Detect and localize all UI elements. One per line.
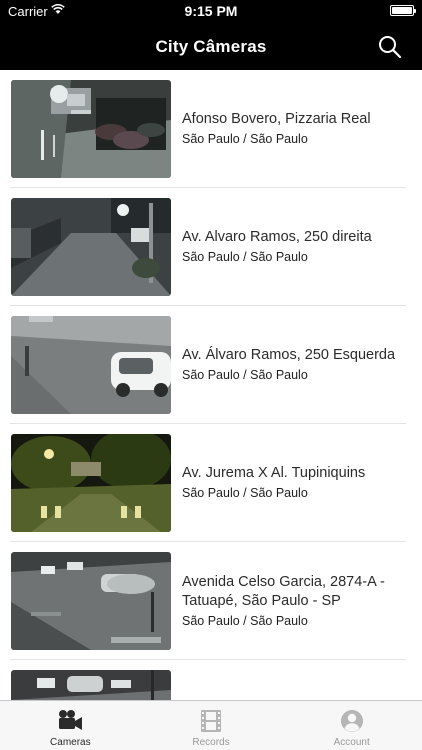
tab-bar: Cameras Records Account [0, 700, 422, 750]
camera-title: Av. Álvaro Ramos, 250 Esquerda [182, 347, 396, 363]
tab-account[interactable]: Account [281, 701, 422, 750]
camera-row[interactable]: Afonso Bovero, Pizzaria Real São Paulo /… [0, 70, 422, 188]
camera-title: Avenida Celso Garcia, 2874-A - Tatuapé, … [182, 573, 385, 609]
camera-title: Av. Alvaro Ramos, 250 direita [182, 229, 372, 245]
film-icon [201, 710, 221, 732]
camera-row[interactable]: Av. Álvaro Ramos, 250 Esquerda São Paulo… [0, 306, 422, 424]
camera-thumbnail [11, 670, 171, 700]
person-icon [340, 710, 363, 732]
camera-thumbnail [11, 434, 171, 532]
tab-label: Account [333, 737, 370, 748]
camera-title: Av. Jurema X Al. Tupiniquins [182, 465, 366, 481]
tab-label: Records [192, 737, 230, 748]
camera-title: Afonso Bovero, Pizzaria Real [182, 111, 371, 127]
top-bar: Carrier 9:15 PM City Câmeras [0, 0, 422, 70]
tab-cameras[interactable]: Cameras [0, 701, 141, 750]
camera-location: São Paulo / São Paulo [182, 368, 308, 382]
tab-records[interactable]: Records [141, 701, 282, 750]
page-title: City Câmeras [155, 37, 267, 56]
battery-icon [390, 5, 416, 16]
clock: 9:15 PM [184, 3, 238, 19]
camera-row[interactable] [0, 660, 422, 700]
camera-thumbnail [11, 316, 171, 414]
camera-row[interactable]: Avenida Celso Garcia, 2874-A - Tatuapé, … [0, 542, 422, 660]
camera-location: São Paulo / São Paulo [182, 486, 308, 500]
camera-row[interactable]: Av. Alvaro Ramos, 250 direita São Paulo … [0, 188, 422, 306]
camera-location: São Paulo / São Paulo [182, 613, 308, 628]
video-camera-icon [59, 710, 83, 730]
status-bar: Carrier 9:15 PM [0, 0, 422, 22]
camera-thumbnail [11, 552, 171, 650]
camera-list[interactable]: Afonso Bovero, Pizzaria Real São Paulo /… [0, 70, 422, 700]
camera-thumbnail [11, 80, 171, 178]
camera-location: São Paulo / São Paulo [182, 132, 308, 146]
tab-label: Cameras [50, 737, 91, 748]
camera-row[interactable]: Av. Jurema X Al. Tupiniquins São Paulo /… [0, 424, 422, 542]
camera-thumbnail [11, 198, 171, 296]
search-icon[interactable] [378, 35, 402, 59]
camera-location: São Paulo / São Paulo [182, 250, 308, 264]
